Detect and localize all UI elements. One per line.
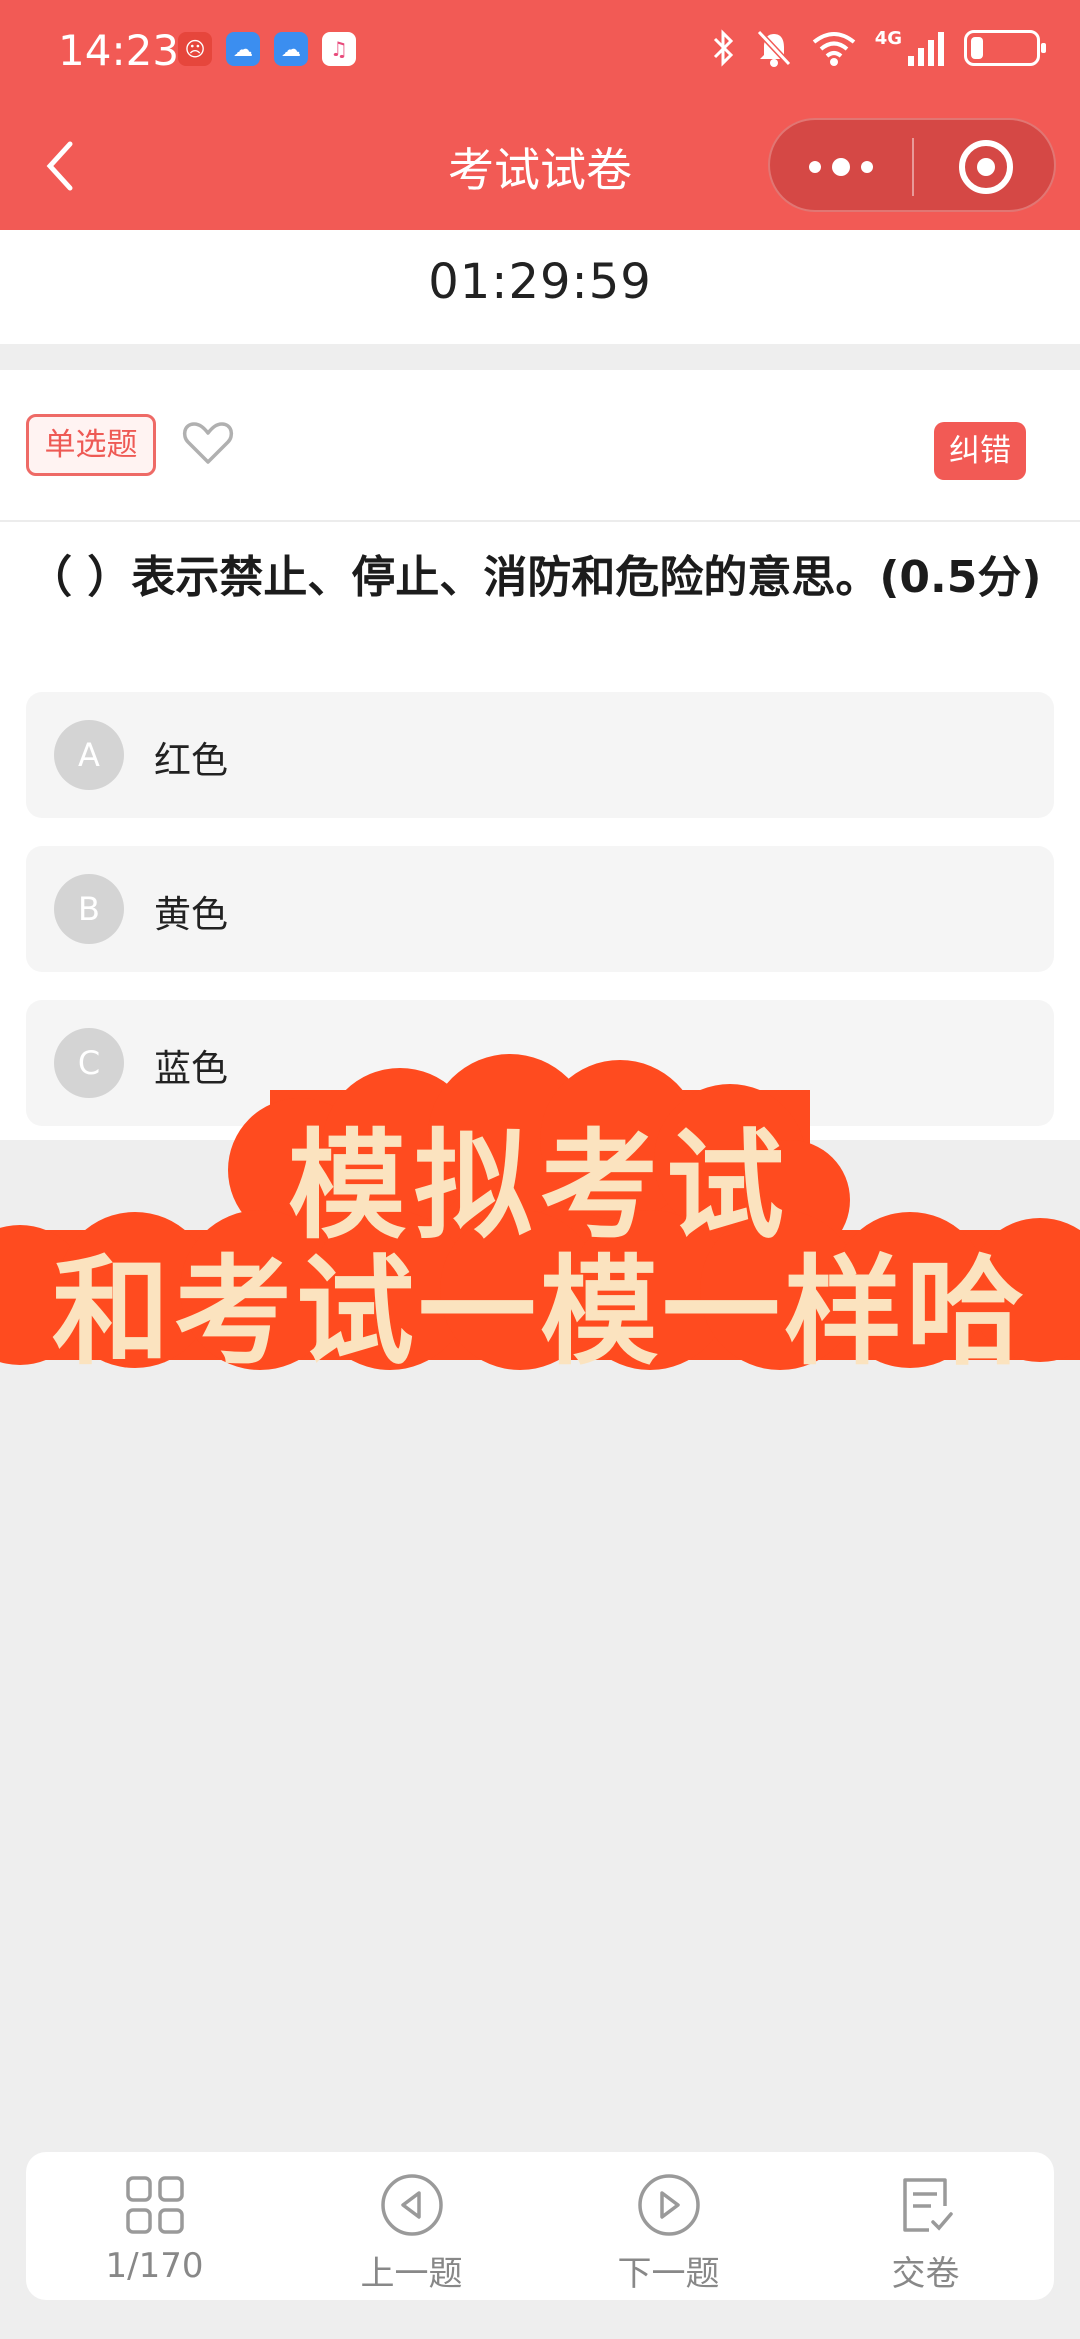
question-text: （ ）表示禁止、停止、消防和危险的意思。(0.5分) xyxy=(28,552,1042,603)
prev-label: 上一题 xyxy=(360,2254,463,2294)
more-button[interactable] xyxy=(770,120,912,214)
heart-icon xyxy=(182,422,234,464)
countdown-timer: 01:29:59 xyxy=(428,254,652,310)
submit-exam-button[interactable]: 交卷 xyxy=(797,2152,1054,2300)
cloud-icon: ☁ xyxy=(226,32,260,66)
divider xyxy=(0,520,1080,522)
wifi-icon xyxy=(812,32,855,66)
miniapp-capsule xyxy=(768,118,1056,212)
option-letter: B xyxy=(54,874,124,944)
cloud-icon: ☁ xyxy=(274,32,308,66)
report-error-button[interactable]: 纠错 xyxy=(934,422,1026,480)
play-forward-icon xyxy=(638,2174,700,2236)
status-indicators: 4G xyxy=(711,28,1046,68)
target-close-icon xyxy=(959,140,1013,194)
weibo-icon: ☹ xyxy=(178,32,212,66)
mute-bell-icon xyxy=(756,29,791,67)
timer-bar: 01:29:59 xyxy=(0,230,1080,344)
next-question-button[interactable]: 下一题 xyxy=(540,2152,797,2300)
status-time: 14:23 xyxy=(58,26,180,75)
battery-icon xyxy=(964,30,1046,66)
signal-icon xyxy=(908,32,944,66)
option-text: 红色 xyxy=(154,739,228,782)
more-dots-icon xyxy=(809,158,873,176)
music-icon: ♫ xyxy=(322,32,356,66)
status-bar: 14:23 ☹ ☁ ☁ ♫ 4G xyxy=(0,0,1080,100)
option-text: 黄色 xyxy=(154,893,228,936)
submit-label: 交卷 xyxy=(891,2254,960,2294)
option-a[interactable]: A 红色 xyxy=(26,692,1054,818)
battery-level xyxy=(971,37,983,59)
option-letter: A xyxy=(54,720,124,790)
network-type: 4G xyxy=(874,28,902,49)
prev-question-button[interactable]: 上一题 xyxy=(283,2152,540,2300)
favorite-button[interactable] xyxy=(180,414,236,470)
question-type-badge: 单选题 xyxy=(26,414,156,476)
grid-icon xyxy=(126,2176,184,2234)
progress-label: 1/170 xyxy=(105,2246,204,2286)
nav-bar: 考试试卷 xyxy=(0,100,1080,230)
status-app-icons: ☹ ☁ ☁ ♫ xyxy=(178,32,356,66)
submit-paper-icon xyxy=(903,2178,953,2232)
bottom-nav: 1/170 上一题 下一题 交卷 xyxy=(26,2152,1054,2300)
close-miniapp-button[interactable] xyxy=(914,120,1058,214)
next-label: 下一题 xyxy=(617,2254,720,2294)
question-card: 单选题 纠错 （ ）表示禁止、停止、消防和危险的意思。(0.5分) A 红色 B… xyxy=(0,370,1080,1140)
answer-sheet-button[interactable]: 1/170 xyxy=(26,2152,283,2300)
bluetooth-icon xyxy=(713,29,733,67)
play-back-icon xyxy=(381,2174,443,2236)
banner-line-2: 和考试一模一样哈 xyxy=(51,1242,1028,1381)
promo-banner: 模拟考试 和考试一模一样哈 xyxy=(0,1050,1080,1410)
option-b[interactable]: B 黄色 xyxy=(26,846,1054,972)
